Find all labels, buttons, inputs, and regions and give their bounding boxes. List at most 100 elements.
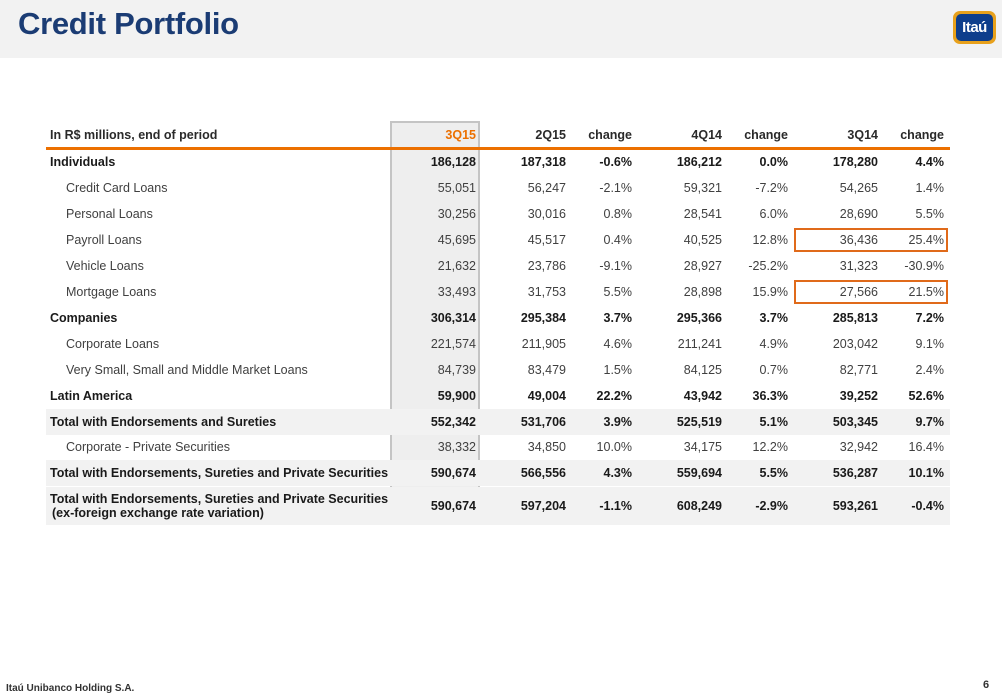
cell-change-4q14: 3.7% [759, 311, 789, 325]
table-row-corporate-loans: Corporate Loans 221,574 211,905 4.6% 211… [46, 331, 950, 357]
cell-change-4q14: 12.8% [752, 233, 788, 247]
table-row-personal-loans: Personal Loans 30,256 30,016 0.8% 28,541… [46, 201, 950, 227]
table-row-smb-loans: Very Small, Small and Middle Market Loan… [46, 357, 950, 383]
cell-change-2q15: 0.4% [603, 233, 633, 247]
page-title: Credit Portfolio [18, 6, 239, 41]
cell-3q15: 45,695 [437, 233, 476, 247]
header-label: In R$ millions, end of period [50, 128, 218, 142]
highlight-box-mortgage-3q14 [794, 280, 948, 304]
row-label: Corporate - Private Securities [66, 440, 230, 454]
cell-4q14: 295,366 [676, 311, 722, 325]
row-label: Mortgage Loans [66, 285, 157, 299]
header-col-2q15: 2Q15 [535, 128, 566, 142]
cell-change-2q15: 4.3% [603, 466, 633, 480]
cell-4q14: 186,212 [676, 155, 722, 169]
cell-change-4q14: 36.3% [752, 389, 788, 403]
table-row-private-securities: Corporate - Private Securities 38,332 34… [46, 434, 950, 460]
cell-4q14: 211,241 [677, 337, 722, 351]
cell-3q15: 590,674 [430, 466, 476, 480]
cell-2q15: 30,016 [527, 207, 566, 221]
cell-2q15: 597,204 [520, 499, 566, 513]
cell-3q15: 21,632 [437, 259, 476, 273]
table-row-individuals: Individuals 186,128 187,318 -0.6% 186,21… [46, 149, 950, 175]
row-label: Latin America [50, 389, 133, 403]
cell-change-4q14: 6.0% [759, 207, 789, 221]
cell-3q15: 38,332 [437, 440, 476, 454]
cell-change-2q15: 3.7% [603, 311, 633, 325]
cell-4q14: 40,525 [683, 233, 722, 247]
cell-3q14: 536,287 [832, 466, 878, 480]
cell-4q14: 84,125 [683, 363, 722, 377]
cell-3q14: 503,345 [832, 415, 878, 429]
cell-change-4q14: 5.5% [759, 466, 789, 480]
table-row-vehicle-loans: Vehicle Loans 21,632 23,786 -9.1% 28,927… [46, 253, 950, 279]
cell-2q15: 23,786 [527, 259, 566, 273]
cell-3q15: 590,674 [430, 499, 476, 513]
cell-change-3q14: 16.4% [908, 440, 944, 454]
cell-change-4q14: 5.1% [759, 415, 789, 429]
cell-2q15: 49,004 [527, 389, 566, 403]
itau-logo: Itaú [953, 11, 996, 44]
row-label: Total with Endorsements and Sureties [50, 415, 277, 429]
cell-change-2q15: -0.6% [599, 155, 632, 169]
cell-4q14: 28,541 [683, 207, 722, 221]
cell-change-2q15: 22.2% [596, 389, 632, 403]
cell-3q14: 285,813 [832, 311, 878, 325]
header-col-3q14: 3Q14 [847, 128, 878, 142]
cell-4q14: 608,249 [676, 499, 722, 513]
cell-2q15: 34,850 [527, 440, 566, 454]
cell-3q14: 28,690 [839, 207, 878, 221]
cell-2q15: 531,706 [520, 415, 566, 429]
cell-change-3q14: -30.9% [904, 259, 944, 273]
row-label: Total with Endorsements, Sureties and Pr… [50, 466, 389, 480]
table-row-latin-america: Latin America 59,900 49,004 22.2% 43,942… [46, 383, 950, 409]
header-col-change-2q15: change [588, 128, 632, 142]
cell-3q15: 33,493 [437, 285, 476, 299]
cell-change-3q14: 2.4% [915, 363, 945, 377]
page-number: 6 [983, 679, 990, 691]
cell-4q14: 525,519 [676, 415, 722, 429]
cell-change-2q15: -2.1% [599, 181, 632, 195]
cell-3q15: 84,739 [437, 363, 476, 377]
cell-3q14: 32,942 [839, 440, 878, 454]
cell-3q14: 39,252 [839, 389, 878, 403]
cell-change-2q15: 1.5% [603, 363, 633, 377]
cell-change-4q14: -2.9% [755, 499, 788, 513]
cell-change-4q14: -7.2% [755, 181, 788, 195]
row-label: Personal Loans [66, 207, 153, 221]
cell-change-4q14: 12.2% [752, 440, 788, 454]
header-col-3q15: 3Q15 [445, 128, 476, 142]
cell-3q14: 31,323 [839, 259, 878, 273]
highlight-box-payroll-3q14 [794, 228, 948, 252]
cell-change-4q14: 15.9% [752, 285, 788, 299]
table-header: In R$ millions, end of period 3Q15 2Q15 … [46, 123, 950, 150]
cell-2q15: 56,247 [527, 181, 566, 195]
cell-3q14: 203,042 [832, 337, 878, 351]
cell-3q15: 552,342 [430, 415, 476, 429]
cell-2q15: 31,753 [527, 285, 566, 299]
cell-2q15: 83,479 [527, 363, 566, 377]
row-label: Very Small, Small and Middle Market Loan… [66, 363, 308, 377]
cell-change-2q15: 5.5% [603, 285, 633, 299]
row-label: Payroll Loans [66, 233, 142, 247]
logo-text: Itaú [962, 19, 987, 36]
cell-change-4q14: 0.0% [759, 155, 789, 169]
table-row-companies: Companies 306,314 295,384 3.7% 295,366 3… [46, 305, 950, 331]
table-row-total-ex-fx: Total with Endorsements, Sureties and Pr… [46, 487, 950, 525]
cell-2q15: 566,556 [520, 466, 566, 480]
table-row-credit-card-loans: Credit Card Loans 55,051 56,247 -2.1% 59… [46, 175, 950, 201]
cell-change-3q14: 1.4% [915, 181, 945, 195]
cell-4q14: 28,898 [683, 285, 722, 299]
cell-3q14: 54,265 [839, 181, 878, 195]
cell-change-3q14: 7.2% [915, 311, 945, 325]
cell-change-3q14: 52.6% [908, 389, 944, 403]
cell-3q14: 593,261 [832, 499, 878, 513]
cell-3q15: 59,900 [437, 389, 476, 403]
cell-2q15: 187,318 [520, 155, 566, 169]
cell-3q14: 178,280 [832, 155, 878, 169]
cell-4q14: 43,942 [683, 389, 722, 403]
cell-change-2q15: 0.8% [603, 207, 633, 221]
cell-change-3q14: 9.1% [915, 337, 945, 351]
row-label: Credit Card Loans [66, 181, 168, 195]
cell-change-2q15: -9.1% [599, 259, 632, 273]
